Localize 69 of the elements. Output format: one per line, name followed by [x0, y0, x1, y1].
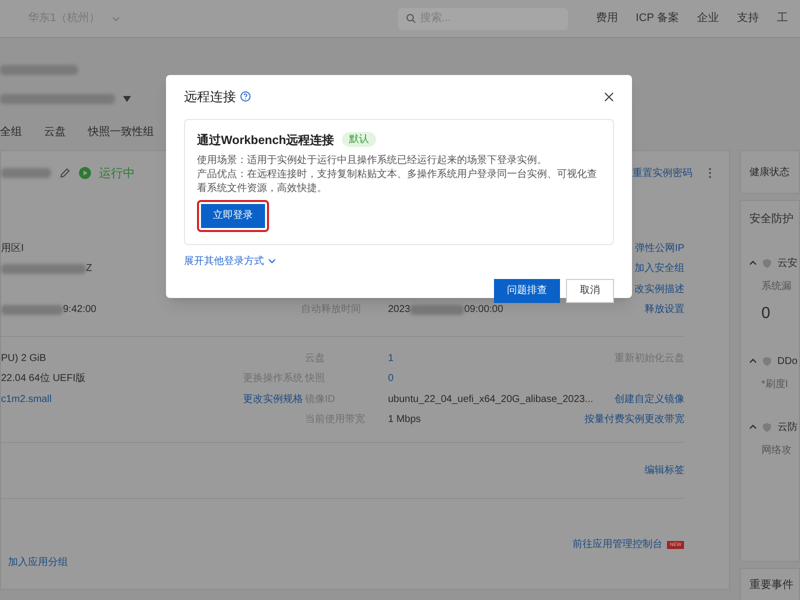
- spec-link[interactable]: c1m2.small: [1, 394, 52, 405]
- reset-password-link[interactable]: 重置实例密码: [632, 166, 692, 180]
- search-icon: [406, 13, 416, 24]
- group-text: 系统漏: [760, 280, 792, 294]
- add-group-link[interactable]: 加入应用分组: [8, 555, 68, 570]
- info-text: 用区I: [1, 242, 24, 256]
- dialog-title: 远程连接: [184, 88, 236, 106]
- group-text: 网络攻: [760, 444, 792, 458]
- count-link[interactable]: 0: [388, 373, 394, 384]
- field-value: 09:00:00: [464, 303, 504, 318]
- group-title[interactable]: 云安: [777, 256, 798, 270]
- option-title: 通过Workbench远程连接: [197, 132, 334, 148]
- expand-link[interactable]: 展开其他登录方式: [184, 254, 264, 268]
- count-link[interactable]: 1: [388, 352, 394, 364]
- usage-text: 使用场景：适用于实例处于运行中且操作系统已经运行起来的场景下登录实例。: [197, 154, 548, 168]
- edit-tags-link[interactable]: 编辑标签: [644, 463, 684, 478]
- shield-icon: [763, 422, 772, 432]
- tab[interactable]: 全组: [0, 124, 22, 140]
- group-text: *刷度I: [760, 378, 790, 392]
- more-icon[interactable]: [708, 167, 712, 179]
- action-link[interactable]: 创建自定义镜像: [614, 394, 684, 405]
- shield-icon: [763, 356, 772, 366]
- edit-icon[interactable]: [59, 167, 71, 179]
- info-text: PU) 2 GiB: [1, 352, 46, 364]
- status-text: 运行中: [99, 165, 135, 182]
- field-value: 1 Mbps: [388, 414, 421, 426]
- nav-link[interactable]: 费用: [596, 10, 618, 27]
- tab[interactable]: 快照一致性组: [88, 124, 154, 140]
- info-text: 9:42:00: [63, 303, 96, 318]
- card-title: 安全防护: [749, 213, 794, 225]
- close-icon[interactable]: [604, 92, 614, 102]
- nav-link[interactable]: 支持: [737, 10, 759, 27]
- advantage-text: 产品优点：在远程连接时，支持复制粘贴文本、多操作系统用户登录同一台实例、可视化查看系统文件资源，高效快捷。: [197, 168, 598, 196]
- tab[interactable]: 云盘: [44, 124, 66, 140]
- help-icon[interactable]: [240, 91, 251, 102]
- chevron-up-icon: [749, 423, 758, 431]
- blurred-text: [1, 168, 51, 178]
- login-button[interactable]: 立即登录: [201, 204, 265, 228]
- field-value: 2023: [388, 303, 410, 318]
- info-text: Z: [86, 262, 92, 276]
- troubleshoot-button[interactable]: 问题排查: [494, 278, 560, 302]
- blurred-text: [410, 304, 464, 315]
- play-icon: [79, 167, 91, 179]
- action-link[interactable]: 释放设置: [644, 302, 684, 318]
- blurred-text: [1, 304, 63, 315]
- chevron-down-icon: [112, 14, 120, 22]
- info-text: 22.04 64位 UEFI版: [1, 373, 86, 384]
- field-value: ubuntu_22_04_uefi_x64_20G_alibase_2023...: [388, 394, 594, 405]
- nav-link[interactable]: ICP 备案: [636, 10, 679, 27]
- action-link[interactable]: 更改实例规格: [243, 394, 303, 405]
- chevron-up-icon: [749, 357, 758, 365]
- cancel-button[interactable]: 取消: [566, 278, 614, 302]
- card-title: 重要事件: [749, 579, 794, 591]
- nav-link[interactable]: 工: [777, 10, 788, 27]
- action-link[interactable]: 改实例描述: [634, 282, 684, 297]
- action-link[interactable]: 加入安全组: [634, 261, 684, 276]
- group-title[interactable]: 云防: [777, 420, 798, 434]
- action-link[interactable]: 按量付费实例更改带宽: [584, 414, 684, 426]
- nav-link[interactable]: 企业: [697, 10, 719, 27]
- card-title: 健康状态: [749, 166, 790, 180]
- caret-icon: [123, 96, 131, 102]
- action-link[interactable]: 弹性公网IP: [634, 240, 684, 256]
- chevron-up-icon: [749, 259, 758, 267]
- app-console-link[interactable]: 前往应用管理控制台: [572, 537, 663, 552]
- group-title[interactable]: DDo: [777, 354, 798, 368]
- group-text: 0: [760, 304, 772, 324]
- default-badge: 默认: [342, 132, 376, 147]
- shield-icon: [763, 258, 772, 268]
- chevron-down-icon: [268, 257, 276, 265]
